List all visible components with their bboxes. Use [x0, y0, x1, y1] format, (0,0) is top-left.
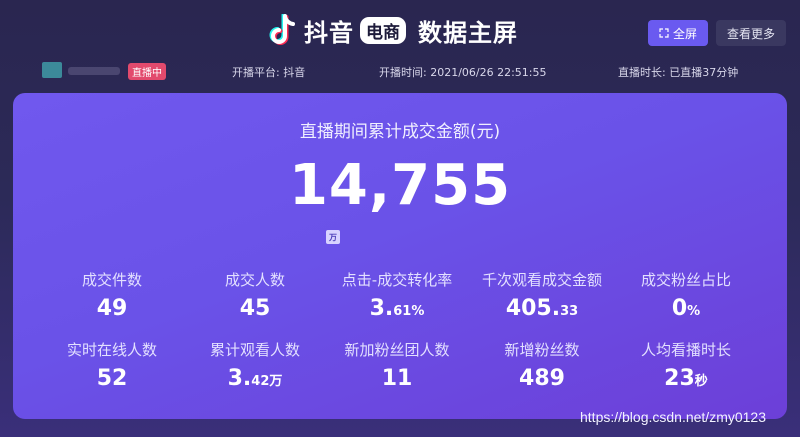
metric-label: 千次观看成交金额 — [481, 271, 602, 289]
metric-value: 0% — [671, 296, 701, 321]
info-bar: 直播中 开播平台: 抖音 开播时间: 2021/06/26 22:51:55 直… — [0, 62, 800, 82]
watermark-url: https://blog.csdn.net/zmy0123 — [580, 409, 766, 425]
metric-value: 489 — [519, 366, 565, 391]
metric-value: 11 — [381, 366, 413, 391]
top-bar: 抖音 电商 数据主屏 全屏 查看更多 — [0, 0, 800, 62]
more-label: 查看更多 — [726, 26, 775, 41]
metric-value: 3.61% — [369, 296, 425, 321]
metric-total-viewers: 累计观看人数 3.42万 — [180, 339, 330, 391]
metric-buyers: 成交人数 45 — [180, 269, 330, 321]
metric-label: 成交粉丝占比 — [640, 271, 731, 289]
metric-value: 3.42万 — [227, 366, 283, 391]
avatar — [42, 62, 62, 78]
streamer-name-blurred — [68, 67, 120, 75]
live-badge: 直播中 — [128, 63, 166, 80]
metric-label: 新增粉丝数 — [504, 341, 580, 359]
brand-name: 抖音 — [304, 19, 354, 47]
metric-value: 405.33 — [505, 296, 579, 321]
metric-new-fans: 新增粉丝数 489 — [467, 339, 617, 391]
expand-icon — [659, 28, 669, 38]
fullscreen-button[interactable]: 全屏 — [648, 20, 708, 46]
fullscreen-label: 全屏 — [672, 26, 697, 41]
metric-orders: 成交件数 49 — [37, 269, 187, 321]
metric-label: 实时在线人数 — [66, 341, 157, 359]
metric-label: 人均看播时长 — [640, 341, 731, 359]
brand-badge: 电商 — [360, 17, 406, 44]
metric-value: 49 — [96, 296, 128, 321]
metric-conversion-rate: 点击-成交转化率 3.61% — [322, 269, 472, 321]
more-button[interactable]: 查看更多 — [716, 20, 786, 46]
duration-text: 直播时长: 已直播37分钟 — [618, 66, 739, 79]
start-time: 开播时间: 2021/06/26 22:51:55 — [379, 66, 547, 79]
metric-label: 成交人数 — [224, 271, 285, 289]
logo-group: 抖音 电商 数据主屏 — [268, 13, 518, 48]
metric-label: 成交件数 — [81, 271, 142, 289]
metric-gpm: 千次观看成交金额 405.33 — [467, 269, 617, 321]
dashboard-title: 数据主屏 — [418, 19, 518, 47]
metric-label: 新加粉丝团人数 — [344, 341, 450, 359]
metric-avg-watch-time: 人均看播时长 23秒 — [611, 339, 761, 391]
platform-text: 开播平台: 抖音 — [232, 66, 306, 79]
metric-label: 点击-成交转化率 — [341, 271, 453, 289]
metric-value: 52 — [96, 366, 128, 391]
unit-badge: 万 — [326, 230, 340, 244]
metric-fan-ratio: 成交粉丝占比 0% — [611, 269, 761, 321]
total-amount: 14,755 — [288, 153, 512, 218]
metric-value: 23秒 — [664, 366, 708, 391]
metric-online-users: 实时在线人数 52 — [37, 339, 187, 391]
summary-title: 直播期间累计成交金额(元) — [299, 122, 501, 142]
tiktok-icon — [269, 13, 295, 45]
metric-label: 累计观看人数 — [209, 341, 300, 359]
metric-new-fan-club: 新加粉丝团人数 11 — [322, 339, 472, 391]
main-card: 直播期间累计成交金额(元) 14,755 万 成交件数 49 成交人数 45 点… — [13, 93, 787, 419]
metric-value: 45 — [239, 296, 271, 321]
